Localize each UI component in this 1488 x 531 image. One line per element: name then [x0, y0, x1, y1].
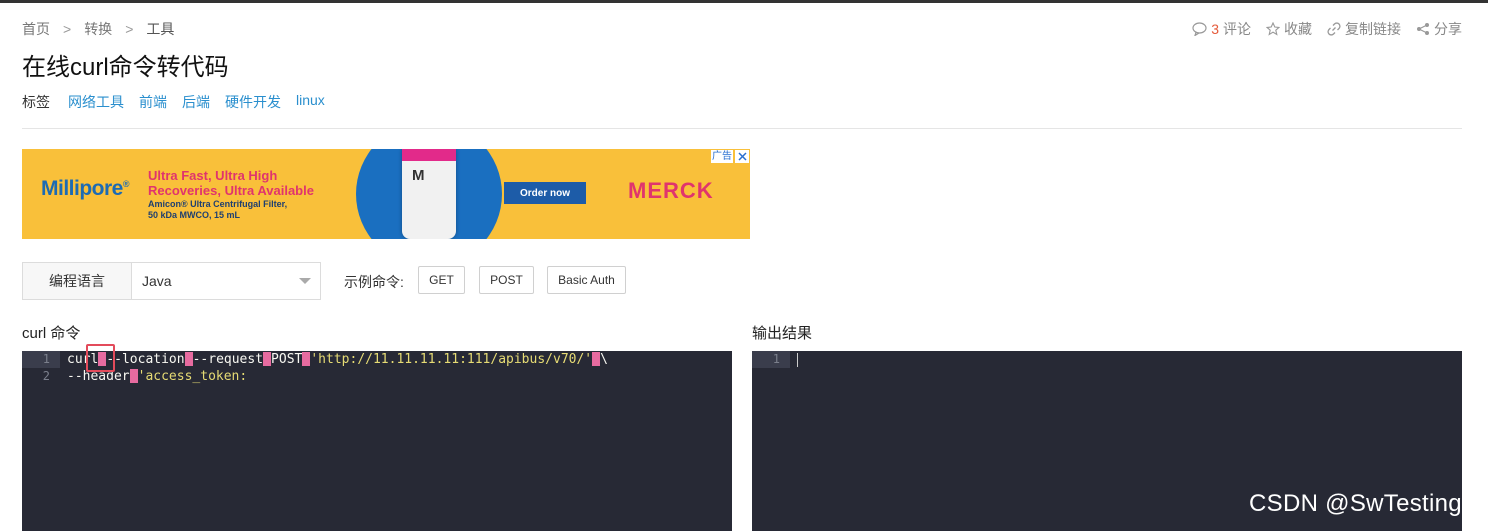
ad-headline: Ultra Fast, Ultra High Recoveries, Ultra… [148, 168, 314, 198]
top-border [0, 0, 1488, 3]
code-token: \ [600, 352, 608, 367]
ad-logo: Millipore® [41, 177, 129, 200]
line-number-gutter: 1 [752, 351, 790, 531]
code-token: curl [67, 352, 99, 367]
comment-icon [1192, 22, 1207, 36]
ad-order-button[interactable]: Order now [504, 182, 586, 204]
tags-label: 标签 [22, 94, 50, 110]
star-icon [1266, 22, 1280, 36]
breadcrumb-tools[interactable]: 工具 [146, 19, 174, 39]
ad-brand-logo: MERCK [628, 178, 714, 203]
comment-button[interactable]: 3 评论 [1192, 19, 1251, 39]
breadcrumb-home[interactable]: 首页 [22, 19, 50, 39]
line-number: 1 [772, 352, 780, 366]
line-number-gutter: 1 2 [22, 351, 60, 531]
output-title: 输出结果 [752, 325, 813, 342]
curl-input-title: curl 命令 [22, 325, 81, 342]
language-selector-group: 编程语言 Java [22, 262, 321, 300]
breadcrumb-separator: > [63, 21, 72, 37]
ad-close-button[interactable] [735, 150, 749, 163]
breadcrumb-convert[interactable]: 转换 [84, 19, 112, 39]
code-string: 'http://11.11.11.11:111/apibus/v70/' [310, 352, 593, 367]
comment-count: 3 [1211, 21, 1219, 37]
example-get-button[interactable]: GET [418, 266, 465, 294]
share-icon [1417, 23, 1429, 35]
code-token: --request [192, 352, 264, 367]
favorite-button[interactable]: 收藏 [1266, 19, 1312, 39]
language-select[interactable]: Java [132, 263, 320, 299]
tag-hardware[interactable]: 硬件开发 [225, 92, 281, 112]
close-icon [737, 152, 747, 161]
whitespace-marker [592, 352, 601, 366]
language-selected-value: Java [142, 273, 172, 289]
link-icon [1327, 22, 1341, 36]
page-title: 在线curl命令转代码 [22, 54, 229, 81]
share-button[interactable]: 分享 [1416, 19, 1462, 39]
comment-label: 评论 [1223, 21, 1251, 37]
line-number: 2 [42, 369, 50, 383]
divider [22, 128, 1462, 129]
whitespace-marker [98, 352, 107, 366]
line-number: 1 [42, 352, 50, 366]
whitespace-marker [184, 352, 193, 366]
language-label: 编程语言 [23, 263, 132, 299]
text-cursor [797, 353, 798, 367]
chevron-down-icon [299, 278, 311, 284]
example-post-button[interactable]: POST [479, 266, 534, 294]
tag-linux[interactable]: linux [296, 92, 325, 112]
code-line-1: curl --location --request POST 'http://11.11… [67, 351, 608, 368]
code-line-2: --header 'access_token: [67, 368, 247, 385]
breadcrumb: 首页 > 转换 > 工具 [22, 19, 174, 39]
tag-backend[interactable]: 后端 [182, 92, 210, 112]
favorite-label: 收藏 [1284, 21, 1312, 37]
watermark: CSDN @SwTesting [1249, 490, 1462, 517]
tag-frontend[interactable]: 前端 [139, 92, 167, 112]
whitespace-marker [129, 369, 138, 383]
code-token: --location [106, 352, 185, 367]
ad-banner[interactable]: Millipore® Ultra Fast, Ultra High Recove… [22, 149, 750, 239]
code-token: --header [67, 369, 130, 384]
whitespace-marker [263, 352, 272, 366]
curl-editor[interactable]: 1 2 curl --location --request POST 'http://1… [22, 344, 732, 531]
ad-label: 广告 [711, 150, 733, 163]
tag-network-tools[interactable]: 网络工具 [68, 92, 124, 112]
article-actions: 3 评论 收藏 复制链接 分享 [1177, 19, 1462, 39]
code-string: 'access_token: [137, 369, 248, 384]
code-token: POST [271, 352, 303, 367]
examples-label: 示例命令: [344, 274, 404, 290]
tag-list: 标签 网络工具 前端 后端 硬件开发 linux [22, 92, 340, 112]
whitespace-marker [302, 352, 311, 366]
copy-link-label: 复制链接 [1345, 21, 1401, 37]
copy-link-button[interactable]: 复制链接 [1327, 19, 1401, 39]
example-basic-auth-button[interactable]: Basic Auth [547, 266, 626, 294]
ad-subtext: Amicon® Ultra Centrifugal Filter, 50 kDa… [148, 199, 288, 220]
breadcrumb-separator: > [125, 21, 134, 37]
ad-product-image: M [402, 149, 456, 239]
share-label: 分享 [1434, 21, 1462, 37]
